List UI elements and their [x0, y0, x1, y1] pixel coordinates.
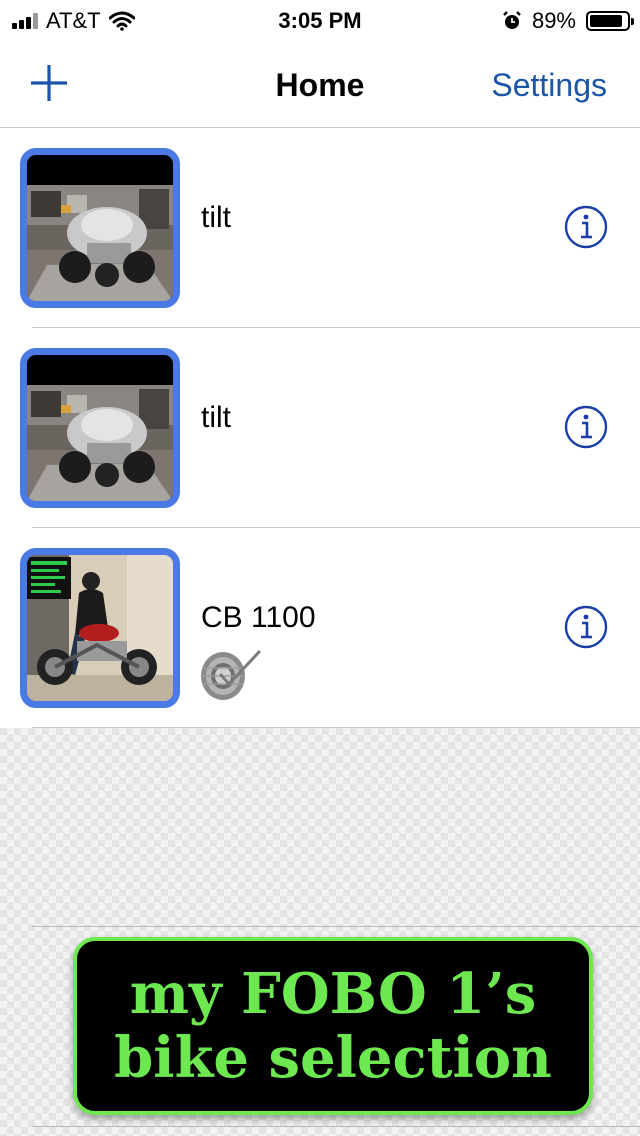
row-divider	[32, 1126, 640, 1127]
caption-line-1: my FOBO 1’s	[129, 961, 537, 1027]
bike-name: CB 1100	[201, 601, 316, 634]
bike-photo	[20, 348, 180, 508]
status-right: 89%	[502, 6, 634, 36]
bike-photo	[20, 548, 180, 708]
bike-photo	[20, 148, 180, 308]
trike-photo-image	[27, 355, 173, 501]
bike-row[interactable]: CB 1100	[0, 528, 640, 728]
battery-icon	[586, 11, 634, 31]
bike-row[interactable]: tilt	[0, 328, 640, 528]
navigation-bar: Home Settings	[0, 40, 640, 128]
battery-level	[590, 15, 623, 27]
bike-name: tilt	[201, 201, 231, 234]
caption-banner: my FOBO 1’s bike selection	[73, 937, 593, 1115]
row-divider	[32, 926, 640, 927]
bike-row[interactable]: tilt	[0, 128, 640, 328]
status-bar: AT&T 3:05 PM 89%	[0, 0, 640, 40]
tire-check-icon	[201, 650, 261, 700]
info-icon[interactable]	[564, 405, 608, 449]
info-icon[interactable]	[564, 605, 608, 649]
settings-button[interactable]: Settings	[491, 66, 607, 104]
alarm-icon	[503, 11, 521, 29]
trike-photo-image	[27, 155, 173, 301]
caption-line-2: bike selection	[114, 1025, 552, 1091]
bike-name: tilt	[201, 401, 231, 434]
bike-list: tilt tilt CB 1100	[0, 128, 640, 728]
battery-percent: 89%	[531, 8, 576, 33]
rider-photo-image	[27, 555, 173, 701]
info-icon[interactable]	[564, 205, 608, 249]
